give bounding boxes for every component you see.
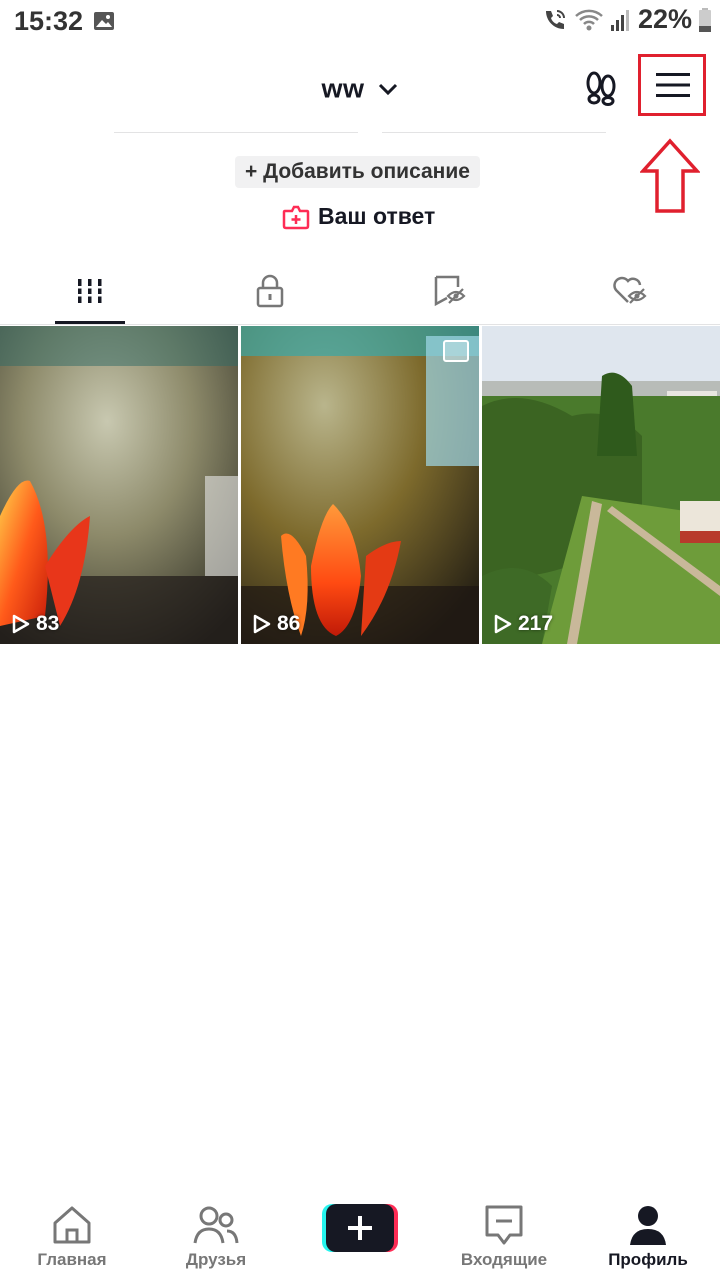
nav-inbox[interactable]: Входящие	[432, 1195, 576, 1280]
nav-create[interactable]	[288, 1195, 432, 1280]
play-icon	[494, 614, 512, 634]
friends-icon	[193, 1206, 239, 1244]
view-count-value: 217	[518, 612, 554, 635]
view-count: 83	[12, 612, 59, 636]
inbox-icon	[485, 1205, 523, 1245]
play-icon	[12, 614, 30, 634]
photo-badge-icon	[443, 340, 469, 362]
video-thumbnail-image	[241, 326, 479, 644]
bottom-navigation: Главная Друзья Входящие Профиль	[0, 1195, 720, 1280]
home-icon	[53, 1206, 91, 1244]
battery-percent: 22%	[637, 4, 692, 34]
tab-videos[interactable]	[0, 258, 180, 324]
signal-icon	[610, 9, 629, 31]
grid-icon	[75, 279, 105, 303]
nav-profile[interactable]: Профиль	[576, 1195, 720, 1280]
profile-icon	[630, 1206, 666, 1245]
footprints-icon[interactable]	[583, 70, 619, 106]
chevron-down-icon	[378, 83, 397, 95]
view-count-value: 83	[36, 612, 60, 635]
video-thumbnail-image	[482, 326, 720, 644]
video-thumbnail[interactable]: 217	[482, 326, 720, 644]
video-grid: 83 86 217	[0, 326, 720, 644]
video-thumbnail-image	[0, 326, 238, 644]
battery-icon	[699, 7, 711, 32]
status-time: 15:32	[14, 6, 84, 36]
active-tab-indicator	[55, 321, 125, 324]
username: ww	[321, 73, 365, 104]
tab-private[interactable]	[180, 258, 360, 324]
nav-label: Главная	[37, 1250, 107, 1269]
bookmark-hidden-icon	[434, 275, 466, 307]
wifi-call-icon	[545, 9, 565, 29]
view-count: 86	[253, 612, 300, 636]
wifi-icon	[575, 9, 603, 30]
your-answer-button[interactable]: Ваш ответ	[282, 203, 435, 230]
profile-tabs	[0, 258, 720, 325]
tab-liked[interactable]	[540, 258, 720, 324]
divider	[382, 132, 606, 133]
video-thumbnail[interactable]: 86	[241, 326, 479, 644]
nav-label: Входящие	[460, 1250, 548, 1269]
your-answer-label: Ваш ответ	[318, 203, 436, 229]
view-count: 217	[494, 612, 553, 636]
heart-hidden-icon	[613, 276, 647, 304]
view-count-value: 86	[277, 612, 301, 635]
nav-label: Друзья	[185, 1250, 247, 1269]
video-thumbnail[interactable]: 83	[0, 326, 238, 644]
nav-home[interactable]: Главная	[0, 1195, 144, 1280]
divider	[114, 132, 358, 133]
play-icon	[253, 614, 271, 634]
profile-header: ww	[0, 50, 720, 126]
gallery-notification-icon	[94, 12, 114, 30]
tab-saved[interactable]	[360, 258, 540, 324]
up-arrow-annotation-icon	[640, 138, 700, 213]
nav-label: Профиль	[608, 1250, 688, 1269]
status-icons: 22%	[542, 4, 712, 35]
highlight-box	[638, 54, 706, 116]
add-description-button[interactable]: + Добавить описание	[235, 156, 480, 188]
status-bar: 15:32 22%	[0, 0, 720, 44]
lock-icon	[256, 274, 284, 308]
add-box-icon	[282, 205, 310, 229]
nav-friends[interactable]: Друзья	[144, 1195, 288, 1280]
plus-icon	[322, 1204, 398, 1252]
